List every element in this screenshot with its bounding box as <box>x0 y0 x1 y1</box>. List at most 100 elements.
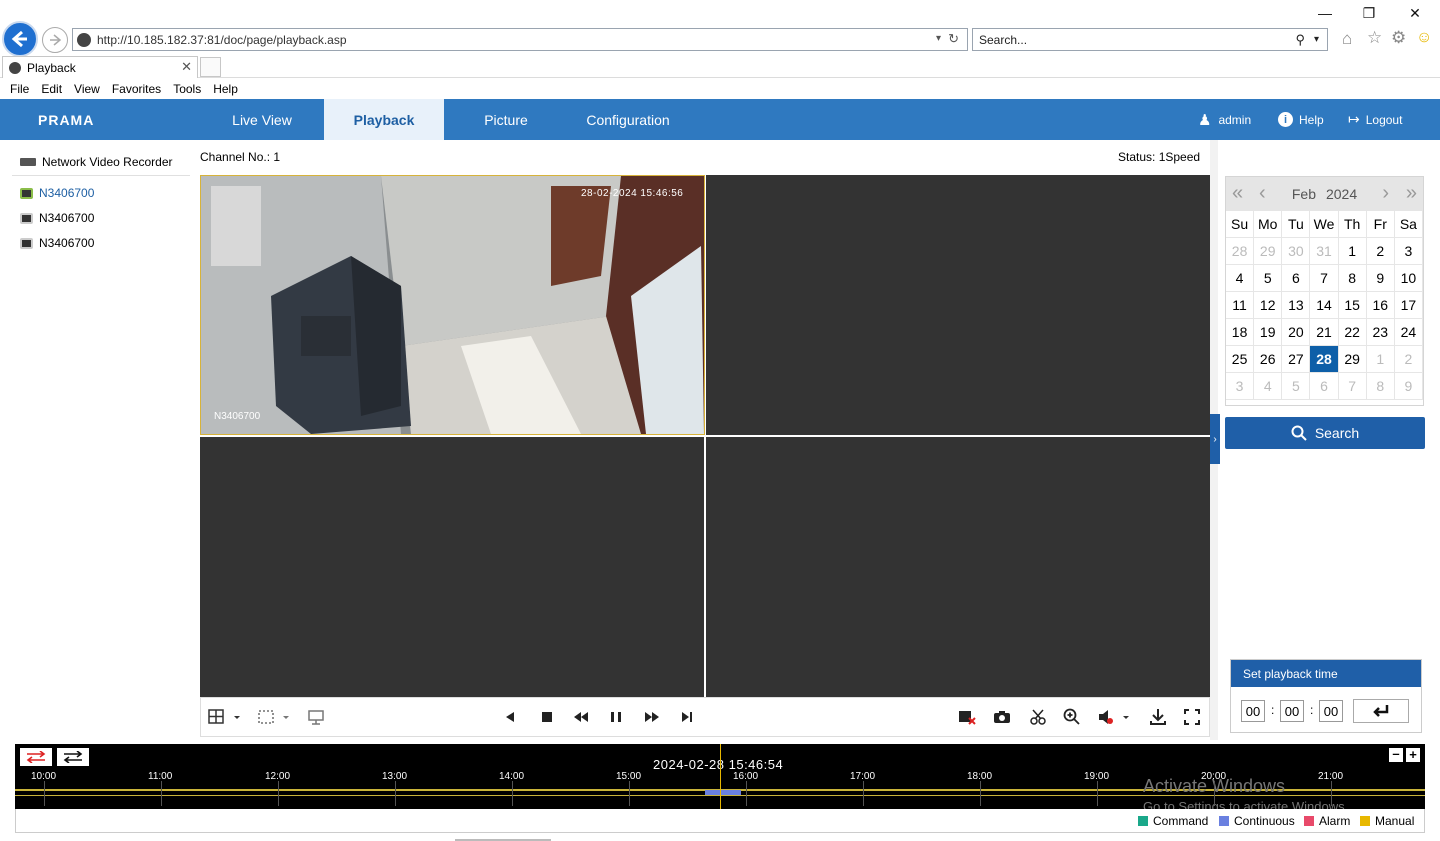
reverse-play-button[interactable] <box>499 706 521 728</box>
help-link[interactable]: i Help <box>1278 99 1324 140</box>
smiley-icon[interactable]: ☺ <box>1416 29 1432 47</box>
calendar-day[interactable]: 3 <box>1394 238 1423 265</box>
calendar-day[interactable]: 22 <box>1338 319 1367 346</box>
calendar-day[interactable]: 19 <box>1254 319 1283 346</box>
fullscreen-button[interactable] <box>1181 706 1203 728</box>
calendar-day[interactable]: 31 <box>1310 238 1339 265</box>
calendar-day[interactable]: 25 <box>1226 346 1255 373</box>
second-input[interactable]: 00 <box>1319 700 1343 722</box>
tab-live-view[interactable]: Live View <box>202 99 322 140</box>
calendar-day[interactable]: 28 <box>1310 346 1339 373</box>
calendar-day[interactable]: 7 <box>1338 373 1367 400</box>
browser-search-input[interactable]: Search... ⚲ ▾ <box>972 28 1328 51</box>
next-year-icon[interactable]: » <box>1406 182 1417 205</box>
fisheye-button[interactable] <box>305 706 327 728</box>
calendar-day[interactable]: 29 <box>1254 238 1283 265</box>
calendar-day[interactable]: 10 <box>1394 265 1423 292</box>
menu-tools[interactable]: Tools <box>173 82 201 96</box>
menu-favorites[interactable]: Favorites <box>112 82 161 96</box>
download-button[interactable] <box>1147 706 1169 728</box>
timeline-mode-button[interactable] <box>20 748 52 766</box>
logout-link[interactable]: ↦ Logout <box>1348 99 1402 140</box>
back-button[interactable] <box>2 21 38 57</box>
timeline[interactable]: 2024-02-28 15:46:54 – + 10:00 11:00 12:00 1… <box>15 744 1425 809</box>
calendar-day[interactable]: 29 <box>1338 346 1367 373</box>
calendar-day[interactable]: 4 <box>1226 265 1255 292</box>
stop-button[interactable] <box>536 706 558 728</box>
calendar-day[interactable]: 9 <box>1394 373 1423 400</box>
tab-playback[interactable]: Playback ✕ <box>2 56 198 78</box>
calendar-day[interactable]: 9 <box>1366 265 1395 292</box>
video-pane-2[interactable] <box>706 175 1210 435</box>
search-icon[interactable]: ⚲ <box>1295 32 1305 48</box>
frame-forward-button[interactable] <box>676 706 698 728</box>
menu-file[interactable]: File <box>10 82 29 96</box>
audio-button[interactable] <box>1095 706 1133 728</box>
minute-input[interactable]: 00 <box>1280 700 1304 722</box>
calendar-day[interactable]: 21 <box>1310 319 1339 346</box>
collapse-panel-button[interactable]: › <box>1210 414 1220 464</box>
calendar-day[interactable]: 12 <box>1254 292 1283 319</box>
calendar-day[interactable]: 28 <box>1226 238 1255 265</box>
video-pane-4[interactable] <box>706 437 1210 697</box>
calendar-year[interactable]: 2024 <box>1326 186 1357 202</box>
tab-configuration[interactable]: Configuration <box>568 99 688 140</box>
home-icon[interactable]: ⌂ <box>1342 29 1352 49</box>
calendar-day[interactable]: 24 <box>1394 319 1423 346</box>
playhead[interactable] <box>720 744 721 809</box>
new-tab-button[interactable] <box>200 57 221 77</box>
tree-root[interactable]: Network Video Recorder <box>20 152 173 172</box>
video-pane-3[interactable] <box>200 437 704 697</box>
calendar-day[interactable]: 30 <box>1282 238 1311 265</box>
calendar-day[interactable]: 2 <box>1366 238 1395 265</box>
close-tab-icon[interactable]: ✕ <box>181 59 192 75</box>
calendar-day[interactable]: 8 <box>1338 265 1367 292</box>
pause-button[interactable] <box>605 706 627 728</box>
tab-picture[interactable]: Picture <box>446 99 566 140</box>
tab-playback[interactable]: Playback <box>324 99 444 140</box>
calendar-day[interactable]: 16 <box>1366 292 1395 319</box>
user-menu[interactable]: ♟ admin <box>1198 99 1251 140</box>
calendar-day[interactable]: 6 <box>1310 373 1339 400</box>
calendar-day[interactable]: 7 <box>1310 265 1339 292</box>
calendar-day[interactable]: 26 <box>1254 346 1283 373</box>
camera-item-1[interactable]: N3406700 <box>20 183 94 203</box>
hour-input[interactable]: 00 <box>1241 700 1265 722</box>
calendar-day[interactable]: 1 <box>1338 238 1367 265</box>
digital-zoom-button[interactable] <box>1061 706 1083 728</box>
stop-all-button[interactable] <box>956 706 978 728</box>
calendar-month[interactable]: Feb <box>1292 186 1316 202</box>
forward-button[interactable] <box>42 27 68 53</box>
calendar-day[interactable]: 2 <box>1394 346 1423 373</box>
camera-item-3[interactable]: N3406700 <box>20 233 94 253</box>
dropdown-icon[interactable]: ▾ <box>936 33 941 44</box>
clip-button[interactable] <box>1027 706 1049 728</box>
video-pane-1[interactable]: 28-02-2024 15:46:56 N3406700 <box>200 175 705 435</box>
restore-button[interactable]: ❐ <box>1354 4 1384 22</box>
menu-help[interactable]: Help <box>213 82 238 96</box>
go-button[interactable] <box>1353 699 1409 723</box>
minimize-button[interactable]: — <box>1310 4 1340 22</box>
timeline-options-button[interactable] <box>57 748 89 766</box>
menu-view[interactable]: View <box>74 82 100 96</box>
region-select-button[interactable] <box>255 706 293 728</box>
favorites-star-icon[interactable]: ☆ <box>1367 28 1382 48</box>
address-bar[interactable]: http://10.185.182.37:81/doc/page/playbac… <box>72 28 968 51</box>
fast-button[interactable] <box>641 706 663 728</box>
calendar-day[interactable]: 27 <box>1282 346 1311 373</box>
search-button[interactable]: Search <box>1225 417 1425 449</box>
calendar-day[interactable]: 1 <box>1366 346 1395 373</box>
window-split-button[interactable] <box>206 706 244 728</box>
next-month-icon[interactable]: › <box>1382 182 1389 205</box>
calendar-day[interactable]: 13 <box>1282 292 1311 319</box>
slow-button[interactable] <box>570 706 592 728</box>
capture-button[interactable] <box>991 706 1013 728</box>
calendar-day[interactable]: 4 <box>1254 373 1283 400</box>
calendar-day[interactable]: 23 <box>1366 319 1395 346</box>
prev-year-icon[interactable]: « <box>1232 182 1243 205</box>
camera-item-2[interactable]: N3406700 <box>20 208 94 228</box>
calendar-day[interactable]: 15 <box>1338 292 1367 319</box>
close-window-button[interactable]: ✕ <box>1400 4 1430 22</box>
calendar-day[interactable]: 14 <box>1310 292 1339 319</box>
zoom-in-button[interactable]: + <box>1406 748 1420 762</box>
